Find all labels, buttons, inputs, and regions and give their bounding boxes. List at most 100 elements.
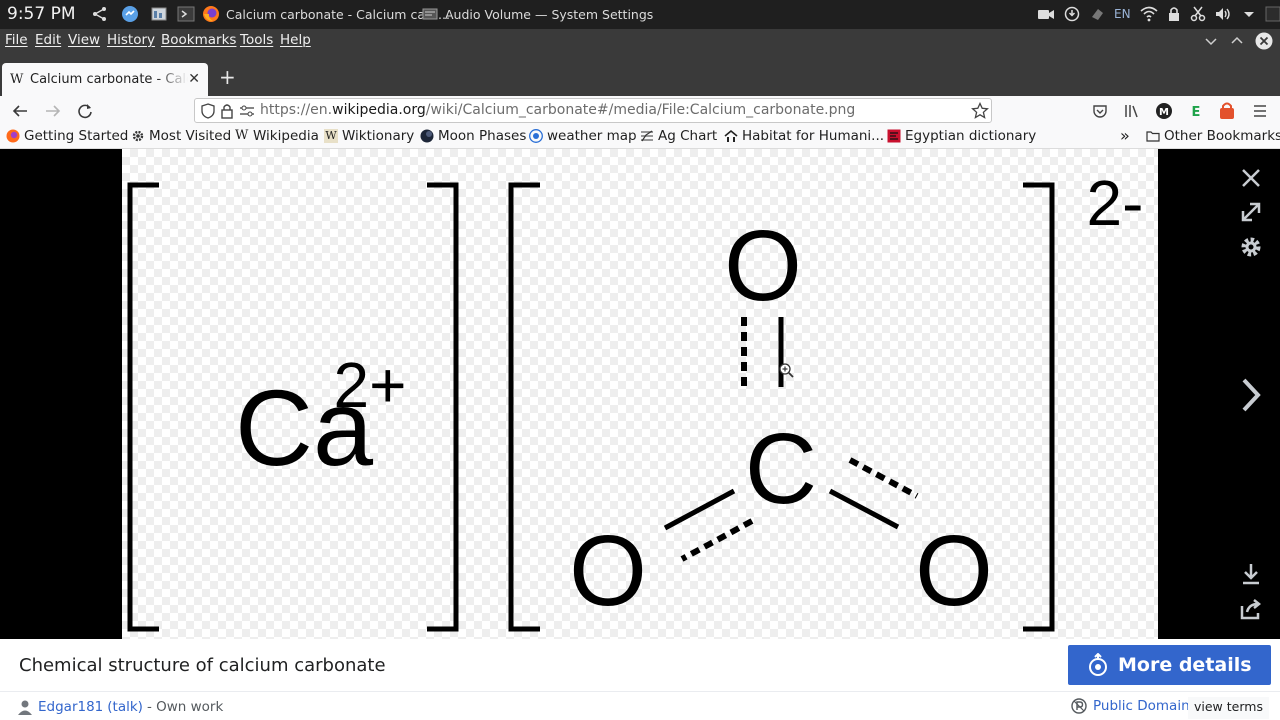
task-label: Calcium carbonate - Calcium carb... xyxy=(226,6,450,22)
back-arrow-icon[interactable] xyxy=(9,100,31,122)
system-monitor-icon[interactable] xyxy=(150,5,168,23)
svg-text:M: M xyxy=(1159,107,1169,118)
svg-text:E: E xyxy=(1192,105,1201,120)
source-text: - Own work xyxy=(146,699,224,715)
new-tab-button[interactable]: + xyxy=(219,67,236,87)
gear-icon xyxy=(132,130,144,142)
forward-arrow-icon[interactable] xyxy=(42,100,64,122)
menu-file[interactable]: File xyxy=(5,32,28,48)
task-system-settings[interactable]: Audio Volume — System Settings xyxy=(421,4,653,24)
volume-icon[interactable] xyxy=(1215,6,1233,22)
extension-lock-icon[interactable] xyxy=(1219,102,1235,120)
bookmark-egyptian-dictionary[interactable]: Egyptian dictionary xyxy=(887,128,1036,144)
update-icon[interactable] xyxy=(1064,6,1080,22)
task-firefox[interactable]: Calcium carbonate - Calcium carb... xyxy=(202,4,450,24)
habitat-icon xyxy=(724,129,738,142)
tab-calcium-carbonate[interactable]: W Calcium carbonate - Calcium carbonate … xyxy=(2,63,208,96)
bracket-left-1 xyxy=(127,182,159,632)
author-info: Edgar181 (talk) - Own work xyxy=(16,698,223,716)
bookmark-wikipedia[interactable]: W Wikipedia xyxy=(235,128,319,144)
menu-history[interactable]: History xyxy=(107,32,155,48)
atom-o-right: O xyxy=(915,515,993,627)
minimize-icon[interactable] xyxy=(1203,33,1219,49)
author-link[interactable]: Edgar181 xyxy=(38,699,103,715)
download-icon[interactable] xyxy=(1238,561,1264,587)
settings-gear-icon[interactable] xyxy=(1238,234,1264,260)
menu-help[interactable]: Help xyxy=(280,32,311,48)
structure-image[interactable]: Ca 2+ 2- O C O O xyxy=(122,149,1158,639)
fullscreen-icon[interactable] xyxy=(1238,199,1264,225)
keyboard-layout[interactable]: EN xyxy=(1114,7,1131,21)
bookmark-weather-map[interactable]: weather map xyxy=(529,128,637,144)
eraser-icon[interactable] xyxy=(1089,6,1105,22)
menu-tools[interactable]: Tools xyxy=(240,32,273,48)
show-desktop-icon[interactable] xyxy=(1265,6,1280,22)
cation-charge: 2+ xyxy=(334,349,407,421)
tab-title: Calcium carbonate - Calcium carbonate xyxy=(30,72,188,87)
image-caption: Chemical structure of calcium carbonate xyxy=(19,655,386,676)
clock[interactable]: 9:57 PM xyxy=(7,4,76,24)
firefox-icon xyxy=(6,129,20,143)
menu-bookmarks[interactable]: Bookmarks xyxy=(161,32,236,48)
bookmarks-overflow-chevron-icon[interactable]: » xyxy=(1120,126,1130,145)
atom-o-top: O xyxy=(724,210,802,322)
bookmark-habitat[interactable]: Habitat for Humani... xyxy=(724,128,884,144)
close-icon[interactable] xyxy=(1238,165,1264,191)
bookmark-star-icon[interactable] xyxy=(971,102,989,120)
caption-bar: Chemical structure of calcium carbonate … xyxy=(0,639,1280,691)
license-info[interactable]: Public Domain xyxy=(1071,698,1190,714)
other-bookmarks-folder[interactable]: Other Bookmarks xyxy=(1146,128,1280,144)
hamburger-menu-icon[interactable] xyxy=(1252,103,1268,119)
more-details-button[interactable]: More details xyxy=(1068,645,1271,685)
library-icon[interactable] xyxy=(1124,103,1140,119)
wiktionary-icon: W xyxy=(324,129,338,143)
bookmark-label: weather map xyxy=(547,128,637,144)
radar-icon xyxy=(529,129,543,143)
atom-carbon: C xyxy=(745,413,817,525)
address-bar[interactable]: https://en.wikipedia.org/wiki/Calcium_ca… xyxy=(194,98,992,123)
window-close-icon[interactable] xyxy=(1255,32,1273,50)
scissors-icon[interactable] xyxy=(1190,6,1206,22)
bookmark-ag-chart[interactable]: Ag Chart xyxy=(640,128,717,144)
bookmark-label: Ag Chart xyxy=(658,128,718,144)
bookmark-label: Habitat for Humani... xyxy=(742,128,885,144)
firefox-icon xyxy=(203,6,219,22)
app-launcher-icon[interactable] xyxy=(91,5,109,23)
structure-drawing: Ca 2+ 2- O C O O xyxy=(127,167,1143,632)
url-text: https://en.wikipedia.org/wiki/Calcium_ca… xyxy=(260,102,856,118)
system-tray: EN xyxy=(1037,5,1280,23)
tab-close-icon[interactable]: ✕ xyxy=(188,71,200,87)
messenger-icon[interactable] xyxy=(121,5,139,23)
share-icon[interactable] xyxy=(1238,596,1264,622)
wikipedia-icon: W xyxy=(235,128,249,143)
maximize-icon[interactable] xyxy=(1229,33,1245,49)
bookmark-wiktionary[interactable]: W Wiktionary xyxy=(324,128,414,144)
terminal-icon[interactable] xyxy=(177,5,195,23)
bookmarks-toolbar: Getting Started Most Visited W Wikipedia… xyxy=(0,126,1280,149)
bracket-left-2 xyxy=(508,182,540,632)
account-icon[interactable]: M xyxy=(1155,102,1173,120)
menu-edit[interactable]: Edit xyxy=(35,32,61,48)
bookmark-label: Moon Phases xyxy=(438,128,527,144)
reload-icon[interactable] xyxy=(74,100,96,122)
bookmark-moon-phases[interactable]: Moon Phases xyxy=(420,128,526,144)
user-icon xyxy=(18,700,32,715)
lock-icon[interactable] xyxy=(1167,6,1181,22)
shield-icon[interactable] xyxy=(200,103,216,119)
bookmark-getting-started[interactable]: Getting Started xyxy=(6,128,128,144)
menu-view[interactable]: View xyxy=(68,32,100,48)
camera-icon[interactable] xyxy=(1037,6,1055,22)
view-terms-button[interactable]: view terms xyxy=(1188,697,1269,719)
permissions-icon[interactable] xyxy=(239,104,255,118)
next-image-chevron-icon[interactable] xyxy=(1238,377,1264,413)
padlock-icon[interactable] xyxy=(220,103,234,119)
bookmark-label: Most Visited xyxy=(149,128,232,144)
author-talk-link[interactable]: (talk) xyxy=(107,699,143,715)
wifi-icon[interactable] xyxy=(1140,6,1158,22)
bookmark-label: Other Bookmarks xyxy=(1164,128,1280,144)
public-domain-icon xyxy=(1071,698,1087,714)
pocket-icon[interactable] xyxy=(1092,103,1108,119)
bookmark-most-visited[interactable]: Most Visited xyxy=(131,128,231,144)
extension-e-icon[interactable]: E xyxy=(1189,102,1203,120)
chevron-down-icon[interactable] xyxy=(1242,6,1256,22)
